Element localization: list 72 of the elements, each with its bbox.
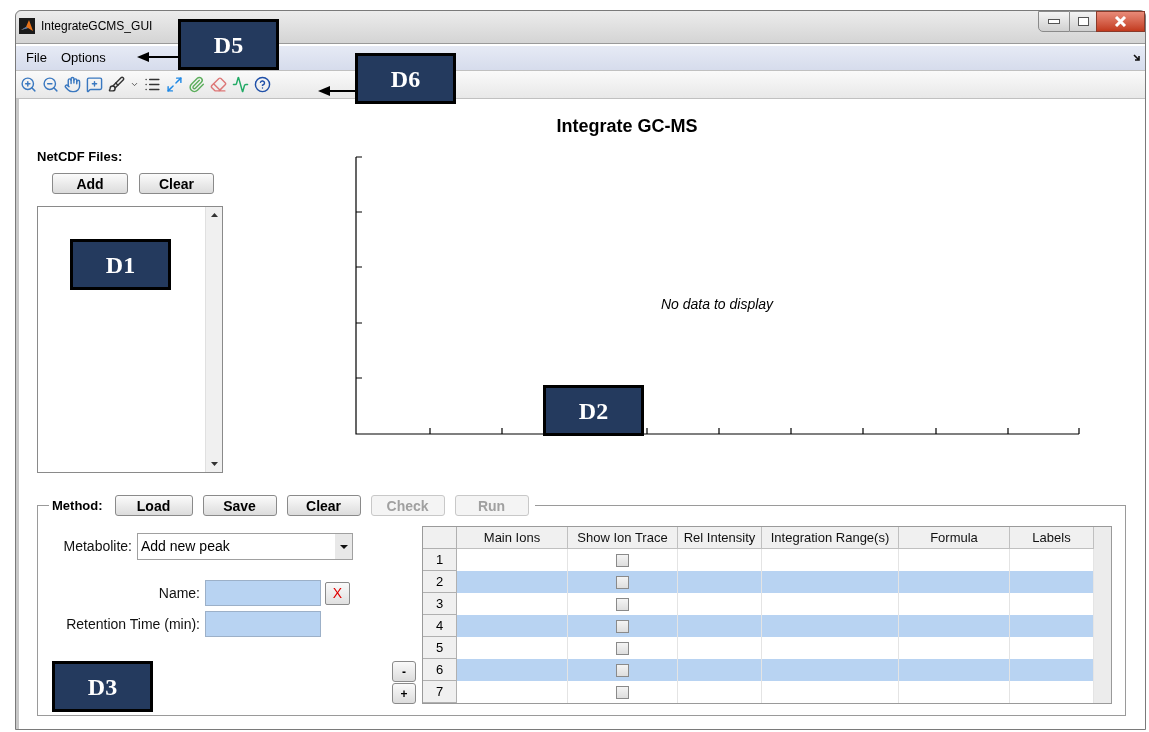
list-icon[interactable] <box>144 76 161 93</box>
expand-icon[interactable] <box>166 76 183 93</box>
files-label: NetCDF Files: <box>37 148 124 164</box>
dock-arrow-icon <box>1133 54 1141 62</box>
comment-plus-icon[interactable] <box>86 76 103 93</box>
column-header[interactable]: Rel Intensity <box>678 527 762 549</box>
row-header: 7 <box>423 681 457 703</box>
retention-time-label: Retention Time (min): <box>65 614 200 634</box>
checkbox[interactable] <box>616 685 629 699</box>
checkbox[interactable] <box>616 553 629 567</box>
dropdown-value: Add new peak <box>140 537 230 556</box>
plot-title: Integrate GC-MS <box>555 115 699 137</box>
menu-item[interactable]: Options <box>60 48 106 68</box>
name-field[interactable] <box>205 580 321 606</box>
checkbox[interactable] <box>616 575 629 589</box>
maximize-button[interactable] <box>1070 11 1096 32</box>
app-logo-icon <box>19 18 35 34</box>
paperclip-icon[interactable] <box>188 76 205 93</box>
row-header: 4 <box>423 615 457 637</box>
name-label: Name: <box>157 583 200 603</box>
brush-icon[interactable] <box>108 76 125 93</box>
annotation-label: D3 <box>52 661 153 712</box>
file-list[interactable] <box>37 206 223 473</box>
remove-row-button[interactable]: - <box>392 661 416 682</box>
hand-icon[interactable] <box>64 76 81 93</box>
annotation-label: D1 <box>70 239 171 290</box>
column-header[interactable]: Show Ion Trace <box>568 527 678 549</box>
checkbox[interactable] <box>616 663 629 677</box>
close-button[interactable] <box>1096 11 1145 32</box>
eraser-icon[interactable] <box>210 76 227 93</box>
close-icon <box>1114 16 1127 27</box>
clear-button[interactable]: Clear <box>139 173 214 194</box>
row-header: 2 <box>423 571 457 593</box>
column-header[interactable]: Formula <box>899 527 1010 549</box>
caret-icon <box>339 544 348 549</box>
zoom-out-icon[interactable] <box>42 76 59 93</box>
maximize-icon <box>1077 17 1089 26</box>
dropdown-caret-icon[interactable] <box>130 80 139 89</box>
add-button[interactable]: Add <box>52 173 128 194</box>
scrollbar[interactable] <box>205 207 222 472</box>
menu-item[interactable]: File <box>26 48 47 68</box>
checkbox[interactable] <box>616 619 629 633</box>
clear-name-button[interactable]: X <box>325 581 350 605</box>
method-button[interactable]: Load <box>114 495 193 516</box>
empty-plot-message: No data to display <box>661 295 774 314</box>
pulse-monitor-icon[interactable] <box>232 76 249 93</box>
scroll-up-icon[interactable] <box>210 213 218 217</box>
row-header: 1 <box>423 549 457 571</box>
column-header[interactable]: Integration Range(s) <box>762 527 899 549</box>
row-header: 3 <box>423 593 457 615</box>
method-label: Method: <box>51 496 103 515</box>
minimize-button[interactable] <box>1038 11 1070 32</box>
window-title: IntegrateGCMS_GUI <box>41 18 153 35</box>
minimize-icon <box>1048 19 1060 24</box>
row-header: 5 <box>423 637 457 659</box>
annotation-label: D2 <box>543 385 644 436</box>
column-header[interactable]: Main Ions <box>457 527 568 549</box>
method-button[interactable]: Save <box>202 495 277 516</box>
help-icon[interactable] <box>254 76 271 93</box>
scroll-down-icon[interactable] <box>210 462 218 466</box>
method-button[interactable]: Clear <box>286 495 361 516</box>
annotation-label: D6 <box>355 53 456 104</box>
checkbox[interactable] <box>616 641 629 655</box>
checkbox[interactable] <box>616 597 629 611</box>
annotation-label: D5 <box>178 19 279 70</box>
add-row-button[interactable]: + <box>392 683 416 704</box>
column-header[interactable]: Labels <box>1010 527 1094 549</box>
metabolite-label: Metabolite: <box>62 537 132 556</box>
row-header: 6 <box>423 659 457 681</box>
metabolite-dropdown[interactable]: Add new peak <box>137 533 353 560</box>
zoom-in-icon[interactable] <box>20 76 37 93</box>
retention-time-field[interactable] <box>205 611 321 637</box>
